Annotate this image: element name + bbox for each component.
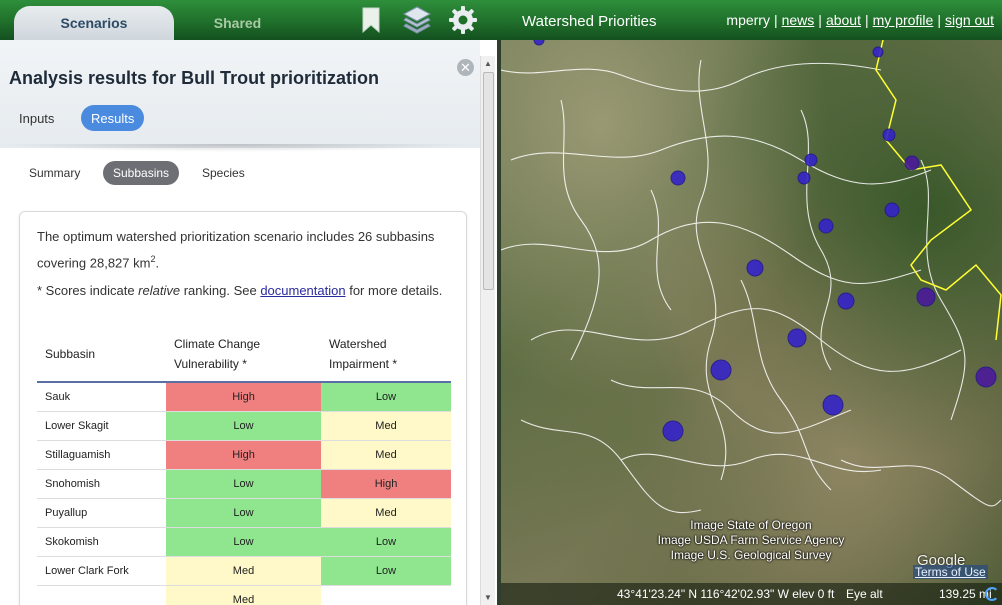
results-panel: Analysis results for Bull Trout prioriti…	[0, 40, 497, 605]
tab-scenarios[interactable]: Scenarios	[14, 6, 174, 40]
panel-title: Analysis results for Bull Trout prioriti…	[9, 68, 380, 88]
column-header-climate[interactable]: Climate Change Vulnerability *	[166, 326, 321, 383]
cell-climate-vulnerability: Med	[166, 585, 321, 605]
table-row[interactable]: Med	[37, 585, 451, 605]
table-row[interactable]: Lower Clark Fork Med Low	[37, 556, 451, 586]
cell-watershed-impairment: Low	[321, 556, 451, 586]
cell-subbasin: Snohomish	[37, 469, 166, 499]
cell-subbasin: Skokomish	[37, 527, 166, 557]
username: mperry	[726, 12, 770, 28]
summary-text: The optimum watershed prioritization sce…	[37, 229, 435, 271]
scores-note: * Scores indicate relative ranking. See …	[37, 283, 443, 298]
table-header-row: Subbasin Climate Change Vulnerability * …	[37, 326, 451, 383]
close-icon[interactable]: ✕	[457, 59, 474, 76]
scroll-up-icon[interactable]: ▲	[484, 59, 492, 68]
cell-watershed-impairment: High	[321, 469, 451, 499]
eye-alt-label: Eye alt	[846, 587, 883, 601]
app-window: Scenarios Shared Watershed Priorities mp…	[0, 0, 1002, 605]
subtab-summary[interactable]: Summary	[19, 161, 90, 185]
cell-watershed-impairment	[321, 585, 451, 605]
layers-icon[interactable]	[400, 5, 434, 35]
cell-subbasin: Lower Skagit	[37, 411, 166, 441]
table-row[interactable]: Stillaguamish High Med	[37, 440, 451, 470]
cell-subbasin: Puyallup	[37, 498, 166, 528]
cell-watershed-impairment: Low	[321, 527, 451, 557]
scroll-thumb[interactable]	[483, 72, 494, 290]
scroll-down-icon[interactable]: ▼	[484, 593, 492, 602]
table-row[interactable]: Sauk High Low	[37, 382, 451, 412]
cell-climate-vulnerability: Med	[166, 556, 321, 586]
terms-of-use-link[interactable]: Terms of Use	[913, 565, 988, 579]
map-view[interactable]: Image State of Oregon Image USDA Farm Se…	[501, 40, 1002, 605]
eye-alt-value: 139.25 mi	[939, 587, 992, 601]
cell-subbasin	[37, 585, 166, 605]
table-row[interactable]: Skokomish Low Low	[37, 527, 451, 557]
table-row[interactable]: Puyallup Low Med	[37, 498, 451, 528]
map-attribution: Image State of Oregon	[690, 518, 812, 532]
cell-climate-vulnerability: High	[166, 382, 321, 412]
subtab-species[interactable]: Species	[192, 161, 255, 185]
column-header-impairment[interactable]: Watershed Impairment *	[321, 326, 451, 383]
column-header-subbasin[interactable]: Subbasin	[37, 326, 166, 383]
tab-results[interactable]: Results	[81, 105, 145, 131]
map-attribution: Image USDA Farm Service Agency	[657, 533, 845, 547]
panel-header: Analysis results for Bull Trout prioriti…	[0, 40, 480, 148]
cell-climate-vulnerability: High	[166, 440, 321, 470]
results-card: The optimum watershed prioritization sce…	[19, 211, 467, 605]
loading-icon	[985, 587, 999, 601]
news-link[interactable]: news	[782, 12, 815, 28]
cell-subbasin: Stillaguamish	[37, 440, 166, 470]
cell-climate-vulnerability: Low	[166, 527, 321, 557]
bookmark-icon[interactable]	[360, 5, 382, 35]
table-row[interactable]: Snohomish Low High	[37, 469, 451, 499]
cell-watershed-impairment: Med	[321, 411, 451, 441]
cell-climate-vulnerability: Low	[166, 411, 321, 441]
subbasin-table: Subbasin Climate Change Vulnerability * …	[37, 326, 451, 605]
coordinates-readout: 43°41'23.24" N 116°42'02.93" W elev 0 ft	[617, 587, 835, 601]
cell-climate-vulnerability: Low	[166, 469, 321, 499]
table-row[interactable]: Lower Skagit Low Med	[37, 411, 451, 441]
cell-climate-vulnerability: Low	[166, 498, 321, 528]
gear-icon[interactable]	[446, 5, 480, 35]
cell-subbasin: Sauk	[37, 382, 166, 412]
cell-watershed-impairment: Med	[321, 498, 451, 528]
my-profile-link[interactable]: my profile	[873, 12, 934, 28]
panel-scrollbar[interactable]: ▲ ▼	[480, 56, 495, 605]
divider	[0, 144, 470, 152]
top-bar: Scenarios Shared Watershed Priorities mp…	[0, 0, 1002, 40]
documentation-link[interactable]: documentation	[260, 283, 345, 298]
cell-watershed-impairment: Med	[321, 440, 451, 470]
subtab-subbasins[interactable]: Subbasins	[103, 161, 180, 185]
about-link[interactable]: about	[826, 12, 861, 28]
map-status-bar: 43°41'23.24" N 116°42'02.93" W elev 0 ft…	[501, 583, 1002, 605]
user-links: mperry | news | about | my profile | sign out	[726, 12, 994, 28]
tab-inputs[interactable]: Inputs	[9, 105, 64, 131]
cell-watershed-impairment: Low	[321, 382, 451, 412]
app-title: Watershed Priorities	[522, 13, 657, 30]
sign-out-link[interactable]: sign out	[945, 12, 994, 28]
tab-shared[interactable]: Shared	[160, 6, 315, 40]
cell-subbasin: Lower Clark Fork	[37, 556, 166, 586]
